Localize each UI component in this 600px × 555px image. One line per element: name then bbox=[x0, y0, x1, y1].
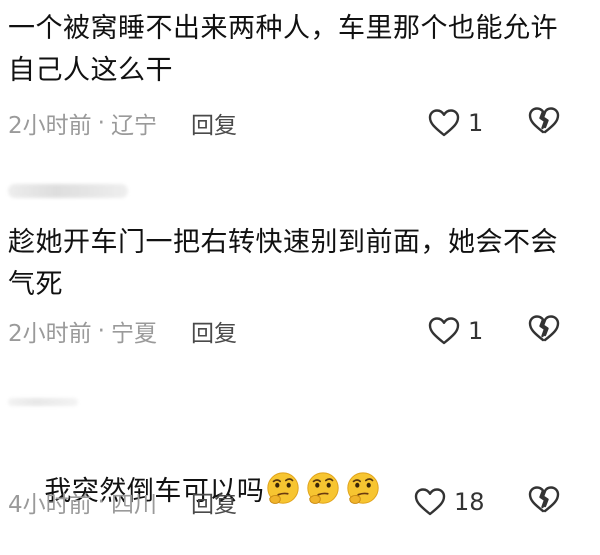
reply-button[interactable]: 回复 bbox=[191, 106, 237, 140]
comment-time: 2小时前 bbox=[8, 321, 92, 347]
emoji-group bbox=[264, 472, 384, 507]
like-count: 18 bbox=[454, 488, 485, 516]
heart-outline-icon bbox=[428, 108, 460, 138]
like-button[interactable]: 1 bbox=[428, 314, 483, 348]
reply-button[interactable]: 回复 bbox=[191, 485, 237, 519]
broken-heart-icon bbox=[528, 314, 560, 348]
heart-outline-icon bbox=[414, 487, 446, 517]
dislike-button[interactable] bbox=[528, 106, 560, 140]
meta-separator: · bbox=[97, 110, 105, 136]
thinking-face-emoji bbox=[307, 472, 340, 504]
like-count: 1 bbox=[468, 317, 484, 345]
heart-outline-icon bbox=[428, 316, 460, 346]
username-blurred bbox=[8, 184, 128, 198]
meta-separator: · bbox=[97, 489, 105, 515]
dislike-button[interactable] bbox=[528, 485, 560, 519]
broken-heart-icon bbox=[528, 485, 560, 519]
comment-time: 4小时前 bbox=[8, 492, 92, 518]
comment-meta: 4小时前 · 四川 回复 bbox=[8, 485, 237, 519]
like-count: 1 bbox=[468, 109, 484, 137]
comment-meta: 2小时前 · 辽宁 回复 bbox=[8, 106, 237, 140]
broken-heart-icon bbox=[528, 106, 560, 140]
comment-text: 一个被窝睡不出来两种人，车里那个也能允许自己人这么干 bbox=[8, 13, 558, 86]
thinking-face-emoji bbox=[267, 472, 300, 504]
dislike-button[interactable] bbox=[528, 314, 560, 348]
reply-button[interactable]: 回复 bbox=[191, 314, 237, 348]
comment-meta: 2小时前 · 宁夏 回复 bbox=[8, 314, 237, 348]
username-blurred bbox=[8, 398, 78, 406]
meta-separator: · bbox=[97, 318, 105, 344]
comment-location: 辽宁 bbox=[110, 113, 157, 139]
comment-time: 2小时前 bbox=[8, 113, 92, 139]
like-button[interactable]: 18 bbox=[414, 485, 485, 519]
thinking-face-emoji bbox=[347, 472, 380, 504]
like-button[interactable]: 1 bbox=[428, 106, 483, 140]
comment-text: 趁她开车门一把右转快速别到前面，她会不会气死 bbox=[8, 227, 558, 300]
comment-location: 四川 bbox=[110, 492, 157, 518]
comment-location: 宁夏 bbox=[110, 321, 157, 347]
